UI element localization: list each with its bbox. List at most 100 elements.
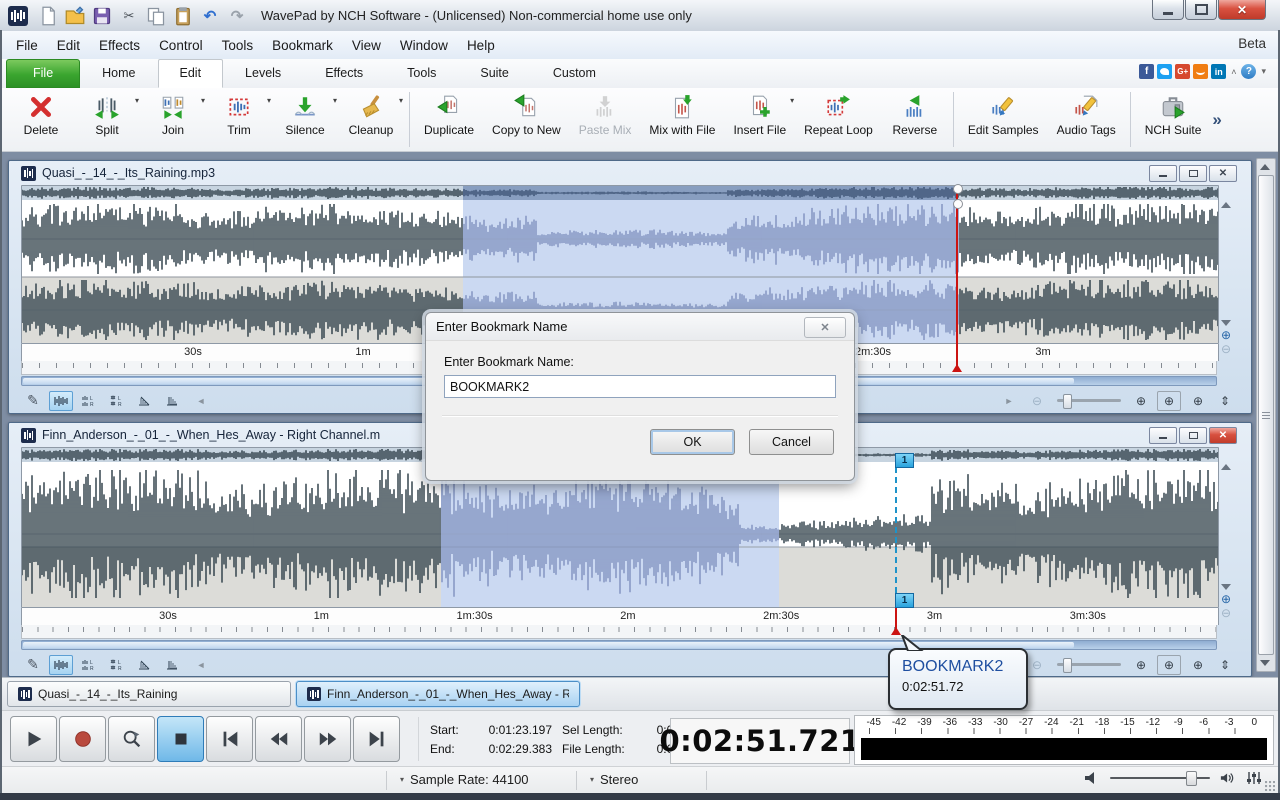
vzoom-out-icon[interactable] [1218,606,1234,620]
collapse-ribbon-icon[interactable]: ˄ [1231,67,1236,77]
new-file-icon[interactable] [38,6,58,26]
zoom-out-icon[interactable] [1025,391,1049,411]
view-env2-icon[interactable] [161,655,185,675]
duplicate-button[interactable]: Duplicate [415,88,483,151]
zoom-vertical-icon[interactable] [1213,391,1237,411]
menu-item[interactable]: Bookmark [272,38,333,53]
tab-edit[interactable]: Edit [158,59,224,88]
menu-item[interactable]: View [352,38,381,53]
maximize-button[interactable] [1185,0,1217,20]
vzoom-out-icon[interactable] [1218,342,1234,356]
doc1-maximize-button[interactable] [1179,165,1207,182]
edit-samples-button[interactable]: Edit Samples [959,88,1048,151]
open-file-icon[interactable] [65,6,85,26]
join-button[interactable]: ▾ Join [140,88,206,151]
tab-suite[interactable]: Suite [458,59,531,88]
scrub-button[interactable] [108,716,155,762]
zoom-out-icon[interactable] [1025,655,1049,675]
menu-item[interactable]: Help [467,38,495,53]
nch-suite-button[interactable]: NCH Suite [1136,88,1211,151]
doc2-close-button[interactable]: ✕ [1209,427,1237,444]
zoom-selection-icon[interactable] [1157,391,1181,411]
help-dropdown-icon[interactable]: ▾ [1261,66,1266,77]
menu-item[interactable]: Tools [222,38,254,53]
close-button[interactable]: ✕ [1218,0,1266,20]
channels-selector[interactable]: Stereo [590,772,638,787]
speaker-mute-icon[interactable] [1084,771,1100,785]
zoom-slider[interactable] [1057,399,1121,402]
help-icon[interactable]: ? [1241,64,1256,79]
insert-file-button[interactable]: ▾ Insert File [724,88,795,151]
repeat-loop-button[interactable]: Repeat Loop [795,88,882,151]
sample-rate-selector[interactable]: Sample Rate: 44100 [400,772,529,787]
vzoom-in-icon[interactable] [1218,328,1234,342]
view-mode-lr-icon[interactable]: LR [77,655,101,675]
resize-grip[interactable] [1265,781,1275,791]
doc1-minimize-button[interactable] [1149,165,1177,182]
audio-tags-button[interactable]: Audio Tags [1048,88,1125,151]
view-env1-icon[interactable] [133,391,157,411]
redo-icon[interactable]: ↷ [227,6,247,26]
doc2-horizontal-scrollbar[interactable] [21,640,1217,650]
reverse-button[interactable]: Reverse [882,88,948,151]
menu-item[interactable]: Window [400,38,448,53]
cleanup-button[interactable]: ▾ Cleanup [338,88,404,151]
zoom-slider[interactable] [1057,663,1121,666]
zoom-in-icon[interactable] [1129,391,1153,411]
doc2-maximize-button[interactable] [1179,427,1207,444]
tab-custom[interactable]: Custom [531,59,618,88]
view-env1-icon[interactable] [133,655,157,675]
doc1-title-bar[interactable]: Quasi_-_14_-_Its_Raining.mp3 [21,161,1237,185]
cancel-button[interactable]: Cancel [749,429,834,455]
scroll-up-icon[interactable] [1260,164,1270,170]
doc1-overview-strip[interactable] [22,186,1218,200]
cursor-marker[interactable] [952,364,962,372]
undo-icon[interactable]: ↶ [200,6,220,26]
tab-levels[interactable]: Levels [223,59,303,88]
scroll-down-icon[interactable] [1260,660,1270,666]
doc2-minimize-button[interactable] [1149,427,1177,444]
menu-item[interactable]: Effects [99,38,140,53]
mdi-vertical-scrollbar[interactable] [1256,158,1276,672]
view-mode-dual-icon[interactable]: LR [105,655,129,675]
record-button[interactable] [59,716,106,762]
tab-effects[interactable]: Effects [303,59,385,88]
zoom-in-icon[interactable] [1129,655,1153,675]
view-mode-wave-icon[interactable] [49,391,73,411]
volume-slider-thumb[interactable] [1186,771,1197,786]
paste-icon[interactable] [173,6,193,26]
mixer-icon[interactable] [1246,771,1262,785]
stop-button[interactable] [157,716,204,762]
tab-tools[interactable]: Tools [385,59,458,88]
ok-button[interactable]: OK [650,429,735,455]
view-mode-dual-icon[interactable]: LR [105,391,129,411]
menu-item[interactable]: Control [159,38,203,53]
play-button[interactable] [10,716,57,762]
scroll-left-icon[interactable] [189,391,213,411]
facebook-icon[interactable]: f [1139,64,1154,79]
cursor-handle[interactable] [953,184,963,194]
doc1-close-button[interactable]: ✕ [1209,165,1237,182]
amp-down-icon[interactable] [1221,584,1231,590]
file-tab-quasi[interactable]: Quasi_-_14_-_Its_Raining [7,681,291,707]
doc2-timeline[interactable]: 30s1m1m:30s2m2m:30s3m3m:30s [21,608,1219,625]
save-icon[interactable] [92,6,112,26]
dialog-title-bar[interactable]: Enter Bookmark Name [426,313,854,341]
bookmark-flag-bottom[interactable]: 1 [895,593,914,608]
zoom-full-icon[interactable] [1185,655,1209,675]
go-to-start-button[interactable] [206,716,253,762]
doc1-playback-cursor[interactable] [956,185,958,372]
amp-up-icon[interactable] [1221,464,1231,470]
zoom-selection-icon[interactable] [1157,655,1181,675]
mix-with-file-button[interactable]: Mix with File [640,88,724,151]
zoom-vertical-icon[interactable] [1213,655,1237,675]
view-mode-wave-icon[interactable] [49,655,73,675]
tab-home[interactable]: Home [80,59,157,88]
bookmark-name-input[interactable] [444,375,836,398]
scroll-right-icon[interactable] [997,391,1021,411]
menu-item[interactable]: Edit [57,38,80,53]
twitter-icon[interactable] [1157,64,1172,79]
vzoom-in-icon[interactable] [1218,592,1234,606]
amp-up-icon[interactable] [1221,202,1231,208]
menu-item[interactable]: File [16,38,38,53]
